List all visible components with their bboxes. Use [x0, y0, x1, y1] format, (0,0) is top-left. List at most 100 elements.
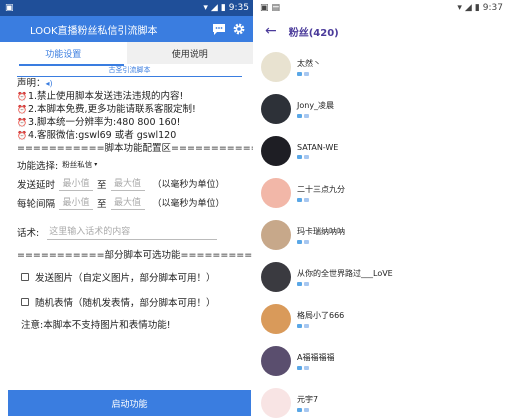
fan-list: 太然丶 Jony_凌晨 SATAN-WE 二十三点九分玛卡瑞纳呐呐从你的全世界路过__…: [255, 46, 507, 419]
fan-list-item[interactable]: 二十三点九分: [255, 172, 507, 214]
fan-list-item[interactable]: Jony_凌晨: [255, 88, 507, 130]
battery-icon: ▮: [474, 3, 480, 13]
level-badge-icon: [304, 240, 309, 244]
fan-name: 元宇7: [297, 395, 319, 404]
send-delay-max-input[interactable]: 最大值: [110, 177, 145, 191]
signal-icon: ◢: [464, 3, 472, 13]
level-badge-icon: [297, 324, 302, 328]
avatar[interactable]: [261, 178, 291, 208]
fan-info: 玛卡瑞纳呐呐: [297, 226, 345, 244]
notice-line: ⏰1.禁止使用脚本发送违法违规的内容!: [17, 91, 184, 102]
send-delay-min-input[interactable]: 最小值: [59, 177, 94, 191]
function-select-label: 功能选择:: [17, 160, 59, 172]
level-badge-icon: [297, 282, 302, 286]
avatar[interactable]: [261, 388, 291, 418]
random-emoji-option[interactable]: 随机表情（随机发表情，部分脚本可用！）: [17, 291, 253, 313]
to-label: 至: [97, 179, 107, 191]
unit-hint: （以毫秒为单位）: [152, 199, 225, 209]
fan-list-item[interactable]: 太然丶: [255, 46, 507, 88]
notification-icon: ▤: [271, 3, 281, 13]
level-badge-icon: [297, 114, 302, 118]
settings-button[interactable]: [230, 20, 248, 38]
level-badge-icon: [297, 198, 302, 202]
fan-info: 元宇7: [297, 394, 318, 412]
partial-divider: ===========部分脚本可选功能===========: [17, 250, 253, 261]
random-emoji-label: 随机表情（随机发表情，部分脚本可用！）: [35, 298, 216, 309]
fan-badges: [297, 324, 344, 328]
level-badge-icon: [297, 366, 302, 370]
android-icon: ▣: [260, 3, 269, 13]
alarm-icon: ⏰: [17, 105, 27, 114]
fan-badges: [297, 240, 345, 244]
gear-icon: [233, 23, 245, 35]
fan-list-item[interactable]: SATAN-WE: [255, 130, 507, 172]
talk-row: 话术: 这里输入话术的内容: [17, 221, 253, 243]
random-emoji-checkbox[interactable]: [21, 298, 29, 306]
fan-list-item[interactable]: 格局小了666: [255, 298, 507, 340]
send-delay-row: 发送延时 最小值 至 最大值 （以毫秒为单位）: [17, 174, 253, 193]
right-status-bar: ▣ ▤ ▾ ◢ ▮ 9:37: [255, 0, 507, 16]
fan-list-item[interactable]: 玛卡瑞纳呐呐: [255, 214, 507, 256]
fan-info: Jony_凌晨: [297, 100, 334, 118]
avatar[interactable]: [261, 346, 291, 376]
avatar[interactable]: [261, 262, 291, 292]
config-divider: ===========脚本功能配置区===========: [17, 143, 253, 154]
to-label: 至: [97, 198, 107, 210]
app-title: LOOK直播粉丝私信引流脚本: [30, 25, 158, 37]
level-badge-icon: [297, 155, 302, 159]
fan-name: 格局小了666: [297, 311, 345, 320]
round-interval-row: 每轮间隔 最小值 至 最大值 （以毫秒为单位）: [17, 193, 253, 212]
avatar[interactable]: [261, 220, 291, 250]
launch-button[interactable]: 启动功能: [8, 390, 251, 416]
alarm-icon: ⏰: [17, 92, 27, 101]
left-phone-screen: ▣ ▾ ◢ ▮ 9:35 LOOK直播粉丝私信引流脚本 功能设置 使用说明 古圣…: [0, 0, 253, 419]
level-badge-icon: [304, 155, 309, 159]
chat-button[interactable]: [210, 20, 228, 38]
declaration-title: 声明：◂): [17, 78, 53, 89]
avatar[interactable]: [261, 304, 291, 334]
fan-badges: [297, 114, 334, 118]
tab-instructions[interactable]: 使用说明: [127, 42, 254, 64]
note-text: 注意:本脚本不支持图片和表情功能!: [21, 320, 171, 331]
chat-bubble-icon: [213, 23, 225, 35]
round-interval-label: 每轮间隔: [17, 198, 56, 210]
round-interval-min-input[interactable]: 最小值: [59, 196, 94, 210]
function-select-row: 功能选择: 粉丝私信 ▾: [17, 155, 253, 174]
fan-badges: [297, 198, 345, 202]
left-status-bar: ▣ ▾ ◢ ▮ 9:35: [0, 0, 253, 16]
notice-line: ⏰4.客服微信:gswl69 或者 gswl120: [17, 130, 177, 141]
avatar[interactable]: [261, 52, 291, 82]
settings-content: 古圣引流脚本 声明：◂) ⏰1.禁止使用脚本发送违法违规的内容! ⏰2.本脚本免…: [0, 65, 253, 395]
fan-list-item[interactable]: A福福福福: [255, 340, 507, 382]
android-icon: ▣: [5, 3, 14, 13]
talk-input[interactable]: 这里输入话术的内容: [47, 225, 218, 240]
avatar[interactable]: [261, 94, 291, 124]
back-arrow-icon[interactable]: ←: [265, 24, 277, 38]
fan-name: 太然丶: [297, 59, 321, 68]
tab-function-settings[interactable]: 功能设置: [0, 42, 127, 64]
alarm-icon: ⏰: [17, 118, 27, 127]
send-image-option[interactable]: 发送图片（自定义图片，部分脚本可用！）: [17, 266, 253, 288]
alarm-icon: ⏰: [17, 131, 27, 140]
talk-label: 话术:: [17, 228, 40, 239]
avatar[interactable]: [261, 136, 291, 166]
fans-app-bar: ← 粉丝(420): [255, 16, 507, 46]
send-image-checkbox[interactable]: [21, 273, 29, 281]
fan-list-item[interactable]: 元宇7: [255, 382, 507, 419]
speaker-icon: ◂): [45, 79, 53, 88]
level-badge-icon: [297, 72, 302, 76]
script-subtab[interactable]: 古圣引流脚本: [17, 65, 242, 77]
fan-info: 格局小了666: [297, 310, 344, 328]
level-badge-icon: [304, 72, 309, 76]
fan-info: 从你的全世界路过___LoVE: [297, 268, 393, 286]
fan-badges: [297, 366, 334, 370]
round-interval-max-input[interactable]: 最大值: [110, 196, 145, 210]
level-badge-icon: [304, 114, 309, 118]
level-badge-icon: [304, 198, 309, 202]
function-select-dropdown[interactable]: 粉丝私信 ▾: [62, 159, 97, 170]
wifi-icon: ▾: [457, 3, 462, 13]
fan-list-item[interactable]: 从你的全世界路过___LoVE: [255, 256, 507, 298]
app-bar: LOOK直播粉丝私信引流脚本: [0, 16, 253, 42]
fan-info: SATAN-WE: [297, 143, 338, 159]
fan-name: SATAN-WE: [297, 143, 339, 152]
